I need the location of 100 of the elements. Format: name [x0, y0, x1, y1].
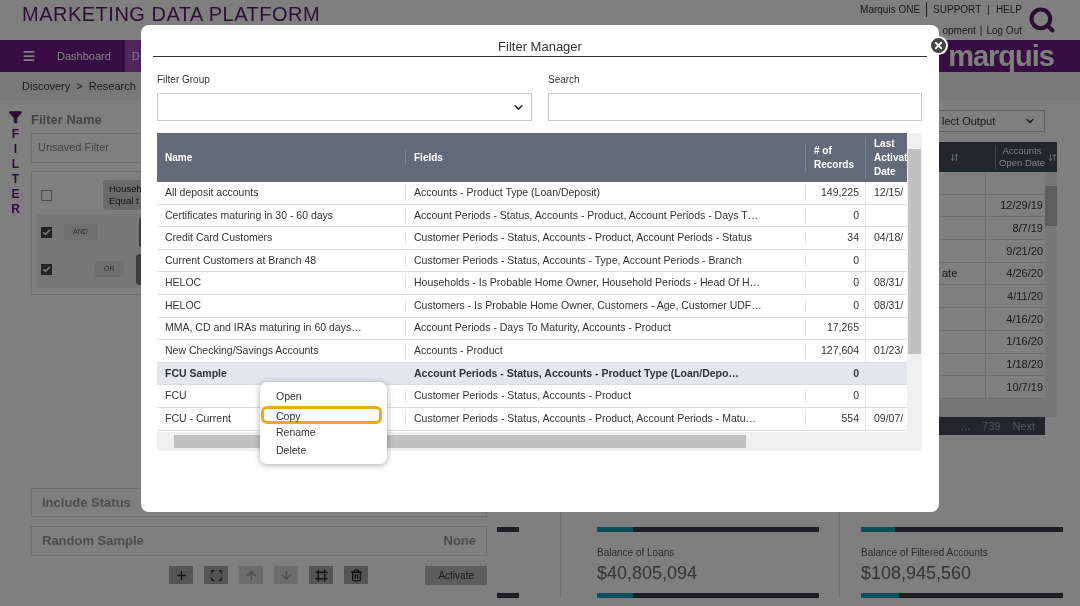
filter-group-select[interactable]	[157, 93, 532, 121]
table-cell-text: 9/21/20	[1006, 243, 1043, 259]
app-title: MARKETING DATA PLATFORM	[22, 4, 321, 24]
vertical-scrollbar[interactable]	[907, 133, 922, 432]
table-cell-text: 8/7/19	[1012, 220, 1043, 236]
table-cell-text: 4/26/20	[1006, 266, 1043, 282]
table-cell: 0	[805, 365, 865, 382]
header-link[interactable]: opment	[942, 23, 976, 38]
table-cell: 149,225	[805, 184, 865, 201]
close-button[interactable]	[929, 36, 948, 55]
table-cell: 0	[805, 297, 865, 314]
menu-item[interactable]: Copy	[261, 406, 382, 424]
sort-icon[interactable]	[950, 152, 959, 162]
table-cell: Credit Card Customers	[165, 231, 273, 244]
filter-icon	[8, 110, 23, 124]
trash-icon	[349, 568, 363, 582]
sort-icon[interactable]	[1048, 152, 1057, 162]
table-cell-text: 08/31/	[874, 297, 904, 313]
search-field[interactable]	[548, 93, 922, 121]
table-cell-text: 4/11/20	[1007, 289, 1043, 305]
table-cell-text: 10/7/19	[1006, 379, 1043, 395]
table-cell: Customers - Is Probable Home Owner, Customers - Age, Customer UDF…	[405, 297, 805, 314]
table-cell: Households - Is Probable Home Owner, Household Periods - Head Of H…	[405, 275, 805, 292]
table-cell-text: 09/07/	[874, 410, 904, 426]
dialog-title: Filter Manager	[498, 38, 582, 56]
filter-side-label: FILTER	[11, 127, 20, 217]
field-label: Search	[548, 73, 581, 87]
column-header[interactable]: Fields	[405, 150, 805, 165]
table-cell: HELOC	[165, 298, 202, 311]
table-cell: 17,265	[805, 320, 865, 337]
table-row[interactable]: Credit Card Customers Customer Periods - Status, Accounts - Product, Account Periods - Status 34 04/18/	[157, 227, 907, 250]
table-cell: Certificates maturing in 30 - 60 days	[165, 208, 334, 221]
table-row[interactable]: HELOC Customers - Is Probable Home Owner, Customers - Age, Customer UDF… 0 08/31/	[157, 294, 907, 318]
add-button[interactable]	[169, 566, 193, 584]
delete-button[interactable]	[344, 566, 368, 584]
table-cell: 0	[805, 388, 865, 404]
table-cell: MMA, CD and IRAs maturing in 60 days…	[165, 321, 362, 334]
stat-value: $108,945,560	[861, 562, 973, 585]
table-cell: 01/23/	[874, 343, 904, 359]
menu-icon[interactable]	[22, 49, 36, 63]
breadcrumb-separator: >	[76, 78, 83, 94]
table-cell: Accounts - Product Type (Loan/Deposit)	[405, 184, 805, 201]
table-cell: 554	[805, 410, 865, 427]
header-link[interactable]: HELP	[995, 4, 1022, 15]
condition-checkbox[interactable]	[41, 263, 52, 275]
table-cell: FCU Sample	[165, 366, 227, 379]
table-cell: Account Periods - Status, Accounts - Product, Account Periods - Days T…	[405, 207, 805, 224]
progress-track	[497, 527, 519, 532]
search-icon[interactable]	[1028, 6, 1056, 34]
header-link[interactable]: Marquis ONE	[860, 4, 921, 15]
table-cell: 127,604	[805, 343, 865, 359]
table-row[interactable]: New Checking/Savings Accounts Accounts - Product 127,604 01/23/	[157, 340, 907, 363]
condition-checkbox[interactable]	[41, 226, 52, 238]
table-cell-text: ate	[942, 266, 958, 282]
menu-item[interactable]: Delete	[264, 442, 383, 460]
table-cell-text: 4/16/20	[1006, 311, 1043, 327]
header-link[interactable]: Log Out	[986, 23, 1022, 38]
close-icon	[933, 40, 944, 51]
table-cell: FCU	[165, 389, 187, 402]
link-separator: |	[979, 24, 983, 38]
activate-button[interactable]: Activate	[425, 565, 487, 585]
table-cell: 04/18/	[874, 230, 904, 246]
table-cell-text: 12/29/19	[1000, 198, 1043, 214]
table-cell-text: 08/31/	[874, 275, 904, 291]
breadcrumb-link[interactable]: Research	[88, 77, 136, 95]
table-row[interactable]: All deposit accounts Accounts - Product Type (Loan/Deposit) 149,225 12/15/	[157, 182, 907, 205]
table-cell: 34	[805, 230, 865, 246]
table-cell: Customer Periods - Status, Accounts - Product	[405, 388, 805, 404]
table-cell: Account Periods - Days To Maturity, Accounts - Product	[405, 320, 805, 337]
table-cell: HELOC	[165, 276, 202, 289]
table-cell: Account Periods - Status, Accounts - Product Type (Loan/Depo…	[405, 365, 805, 382]
header-link[interactable]: SUPPORT	[933, 4, 982, 15]
column-header[interactable]: Accounts Open Date	[996, 145, 1048, 169]
table-row[interactable]: Certificates maturing in 30 - 60 days Account Periods - Status, Accounts - Product, Account Periods - Days T… 0	[157, 204, 907, 228]
arrow-down-icon	[279, 568, 293, 582]
table-cell-text: 1/16/20	[1006, 334, 1043, 350]
plus-icon	[174, 568, 188, 582]
table-row[interactable]: MMA, CD and IRAs maturing in 60 days… Account Periods - Days To Maturity, Accounts - Product 17,265	[157, 317, 907, 341]
column-header[interactable]: # of Records	[805, 143, 865, 172]
condition-checkbox[interactable]	[41, 189, 52, 201]
scan-icon	[209, 568, 223, 582]
nav-tab[interactable]: Dashboard	[43, 40, 125, 72]
frame-button[interactable]	[309, 566, 333, 584]
scrollbar[interactable]	[1045, 172, 1057, 399]
column-header[interactable]: Name	[157, 150, 405, 165]
table-cell: Current Customers at Branch 48	[165, 253, 317, 266]
table-cell: Customer Periods - Status, Accounts - Product, Account Periods - Matu…	[405, 410, 805, 427]
stat-value: $40,805,094	[597, 562, 699, 585]
table-cell: 0	[805, 252, 865, 269]
frame-button[interactable]	[204, 566, 228, 584]
stat-label: Balance of Loans	[597, 546, 676, 560]
table-row[interactable]: Current Customers at Branch 48 Customer Periods - Status, Accounts - Type, Account Periods - Branch 0	[157, 249, 907, 273]
table-row[interactable]: HELOC Households - Is Probable Home Owner, Household Periods - Head Of H… 0 08/31/	[157, 272, 907, 295]
check-icon	[42, 264, 51, 274]
table-cell-text: 1/18/20	[1006, 357, 1043, 373]
table-cell: FCU - Current	[165, 411, 231, 424]
breadcrumb-link[interactable]: Discovery	[22, 77, 71, 95]
menu-item[interactable]: Open	[264, 388, 383, 406]
filter-name-heading: Filter Name	[31, 111, 103, 129]
table-cell: New Checking/Savings Accounts	[165, 344, 319, 357]
